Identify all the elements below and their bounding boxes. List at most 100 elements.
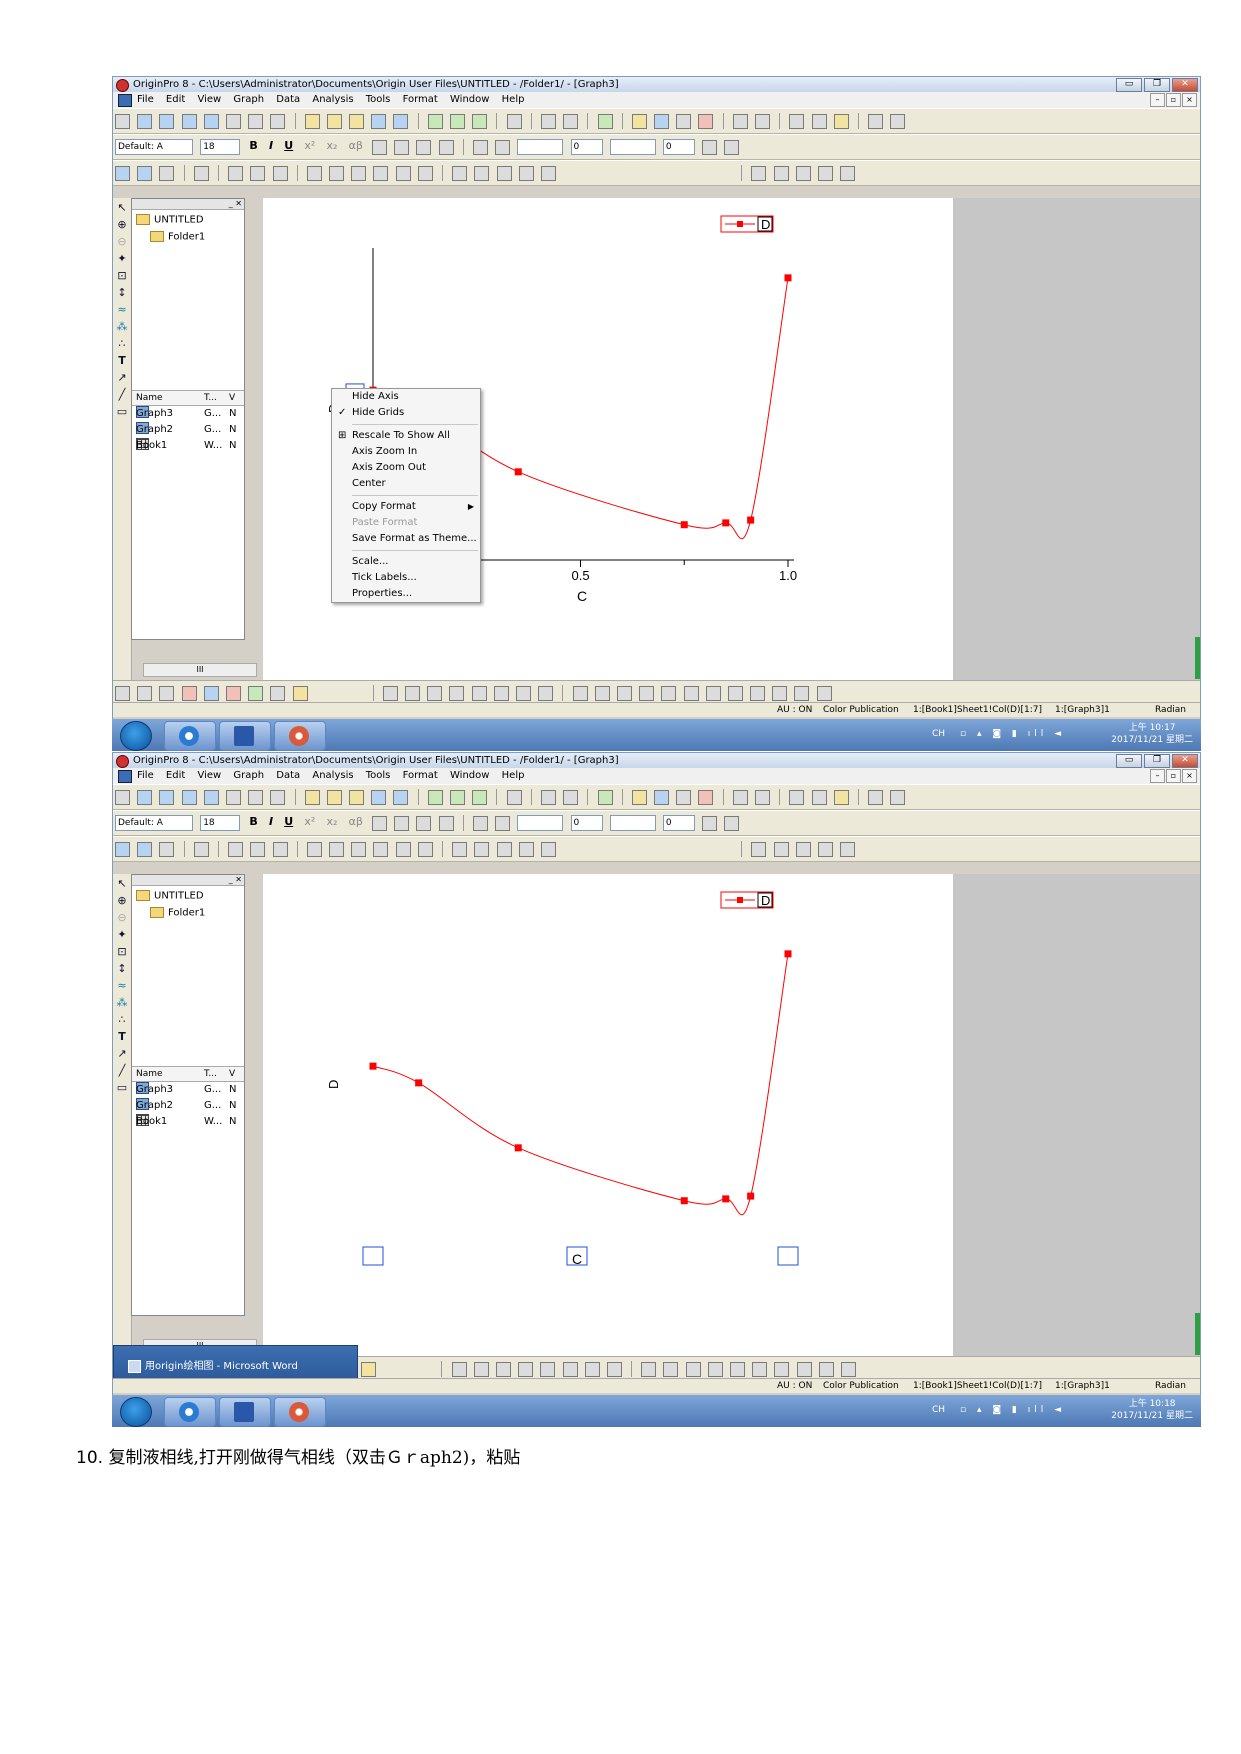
decrease-font-icon[interactable] bbox=[394, 140, 410, 155]
data-point[interactable] bbox=[680, 1197, 688, 1205]
close-button[interactable]: ✕ bbox=[1172, 78, 1198, 92]
axis-icon[interactable] bbox=[395, 842, 411, 857]
copy-icon[interactable] bbox=[811, 114, 827, 129]
3d-plot-icon[interactable] bbox=[518, 1362, 534, 1377]
code-builder-icon[interactable] bbox=[676, 114, 692, 129]
import-ascii-icon[interactable] bbox=[427, 114, 443, 129]
new-graph-icon[interactable] bbox=[181, 790, 197, 805]
open-excel-icon[interactable] bbox=[349, 114, 365, 129]
add-row-icon[interactable] bbox=[890, 114, 906, 129]
data-reader-icon[interactable]: ⊡ bbox=[115, 269, 129, 283]
new-matrix-icon[interactable] bbox=[203, 114, 219, 129]
axis-icon[interactable] bbox=[351, 842, 367, 857]
layer-icon[interactable] bbox=[159, 166, 175, 181]
object-icon[interactable] bbox=[817, 842, 833, 857]
line-color-icon[interactable] bbox=[495, 140, 511, 155]
axis-icon[interactable] bbox=[417, 166, 433, 181]
mdi-minimize-button[interactable]: – bbox=[1150, 93, 1165, 107]
layer-icon[interactable] bbox=[228, 166, 244, 181]
context-menu-item[interactable]: Hide Axis bbox=[332, 389, 480, 405]
new-excel-icon[interactable] bbox=[159, 114, 175, 129]
data-point[interactable] bbox=[747, 516, 755, 524]
table-icon[interactable] bbox=[540, 166, 556, 181]
3d-plot-icon[interactable] bbox=[516, 686, 531, 701]
color-icon[interactable] bbox=[755, 114, 770, 129]
font-color-icon[interactable] bbox=[438, 816, 454, 831]
data-selector-icon[interactable]: ≈ bbox=[115, 979, 129, 993]
data-point[interactable] bbox=[747, 1192, 755, 1200]
command-window-icon[interactable] bbox=[654, 790, 670, 805]
mdi-restore-button[interactable]: ▫ bbox=[1166, 769, 1181, 783]
axis-icon[interactable] bbox=[351, 166, 367, 181]
bold-button[interactable]: B bbox=[249, 139, 257, 152]
axis-icon[interactable] bbox=[306, 842, 322, 857]
open-icon[interactable] bbox=[304, 114, 320, 129]
menu-file[interactable]: File bbox=[137, 94, 154, 105]
series-line[interactable] bbox=[372, 953, 789, 1216]
open-template-icon[interactable] bbox=[326, 114, 342, 129]
fill-pattern-select[interactable] bbox=[609, 139, 656, 155]
object-icon[interactable] bbox=[751, 166, 767, 181]
hidden-axis-handle[interactable] bbox=[777, 1246, 799, 1266]
table-icon[interactable] bbox=[540, 842, 556, 857]
tree-folder1[interactable]: Folder1 bbox=[150, 231, 205, 243]
object-icon[interactable] bbox=[773, 166, 789, 181]
3d-plot-icon[interactable] bbox=[449, 686, 465, 701]
3d-plot-icon[interactable] bbox=[451, 1362, 467, 1377]
axis-icon[interactable] bbox=[417, 842, 433, 857]
add-row-icon[interactable] bbox=[890, 790, 906, 805]
arrow-tool-icon[interactable]: ↗ bbox=[115, 1047, 129, 1061]
zoom-out-icon[interactable]: ⊖ bbox=[115, 911, 129, 925]
axis-icon[interactable] bbox=[329, 842, 345, 857]
fill-pattern-select[interactable] bbox=[609, 815, 656, 831]
open-icon[interactable] bbox=[304, 790, 320, 805]
menu-view[interactable]: View bbox=[197, 94, 221, 105]
align-objects-icon[interactable] bbox=[685, 1362, 701, 1377]
line-plot-icon[interactable] bbox=[115, 686, 130, 701]
object-icon[interactable] bbox=[840, 842, 856, 857]
3d-plot-icon[interactable] bbox=[540, 1362, 556, 1377]
grid-icon[interactable] bbox=[496, 166, 512, 181]
polar-plot-icon[interactable] bbox=[270, 686, 286, 701]
list-item[interactable]: Graph2 G... N bbox=[132, 1098, 244, 1114]
axis-icon[interactable] bbox=[329, 166, 345, 181]
grid-icon[interactable] bbox=[452, 166, 468, 181]
layer-icon[interactable] bbox=[250, 842, 266, 857]
3d-plot-icon[interactable] bbox=[562, 1362, 578, 1377]
mdi-minimize-button[interactable]: – bbox=[1150, 769, 1165, 783]
object-icon[interactable] bbox=[840, 166, 856, 181]
add-column-icon[interactable] bbox=[868, 790, 884, 805]
region-selector-icon[interactable]: ⁂ bbox=[115, 996, 129, 1010]
menu-tools[interactable]: Tools bbox=[366, 94, 391, 105]
layer-icon[interactable] bbox=[137, 166, 153, 181]
cut-icon[interactable] bbox=[789, 790, 805, 805]
region-selector-icon[interactable]: ⁂ bbox=[115, 320, 129, 334]
cut-icon[interactable] bbox=[789, 114, 805, 129]
pointer-icon[interactable]: ↖ bbox=[115, 201, 129, 215]
color-icon[interactable] bbox=[755, 790, 770, 805]
data-point[interactable] bbox=[722, 519, 730, 527]
align-objects-icon[interactable] bbox=[796, 1362, 812, 1377]
taskbar-ie[interactable] bbox=[164, 1397, 216, 1427]
taskbar-origin[interactable] bbox=[274, 1397, 326, 1427]
subscript-button[interactable]: x₂ bbox=[326, 139, 337, 152]
align-objects-icon[interactable] bbox=[774, 1362, 790, 1377]
line-symbol-plot-icon[interactable] bbox=[159, 686, 175, 701]
ime-indicator[interactable]: CH bbox=[932, 729, 945, 739]
x-axis-label[interactable]: C bbox=[572, 1251, 582, 1267]
col-view[interactable]: V bbox=[229, 391, 235, 405]
fill-color-icon[interactable] bbox=[472, 140, 488, 155]
import-multiple-icon[interactable] bbox=[450, 790, 465, 805]
data-point[interactable] bbox=[722, 1195, 730, 1203]
axis-icon[interactable] bbox=[306, 166, 322, 181]
object-icon[interactable] bbox=[751, 842, 767, 857]
import-ascii-icon[interactable] bbox=[427, 790, 443, 805]
new-function-icon[interactable] bbox=[225, 114, 241, 129]
3d-plot-icon[interactable] bbox=[382, 686, 398, 701]
tree-folder1[interactable]: Folder1 bbox=[150, 907, 205, 919]
align-objects-icon[interactable] bbox=[616, 686, 632, 701]
import-wizard-icon[interactable] bbox=[472, 790, 488, 805]
menu-edit[interactable]: Edit bbox=[166, 94, 185, 105]
menu-view[interactable]: View bbox=[197, 770, 221, 781]
grid-icon[interactable] bbox=[474, 842, 490, 857]
